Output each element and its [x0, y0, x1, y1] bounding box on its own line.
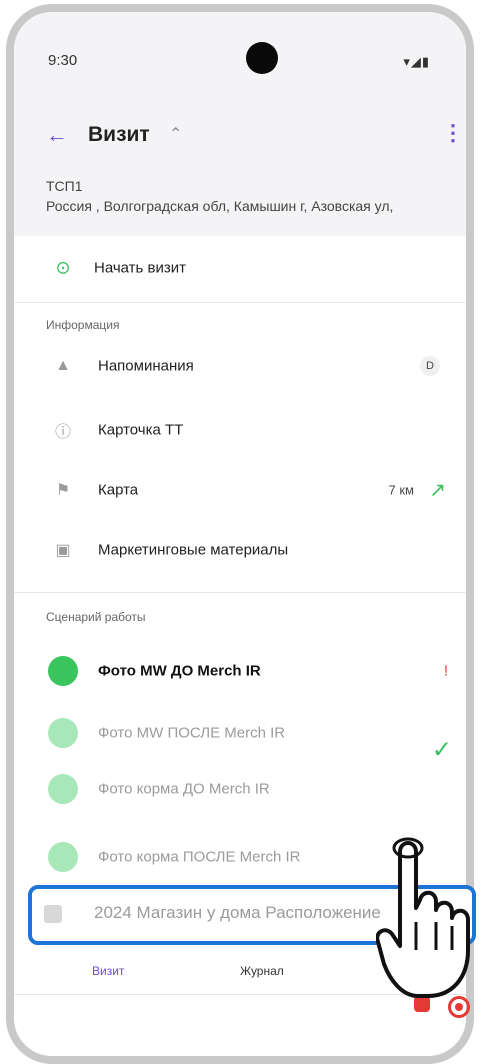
scenario-item[interactable]: Фото MW ПОСЛЕ Merch IR ✓	[14, 704, 466, 764]
reminders-label: Напоминания	[98, 357, 194, 375]
status-dot	[48, 774, 78, 804]
item-icon	[44, 905, 62, 923]
marketing-label: Маркетинговые материалы	[98, 541, 289, 559]
divider	[14, 302, 466, 303]
hand-pointer-icon	[376, 837, 470, 998]
start-visit-button[interactable]: ⊙ Начать визит	[14, 240, 466, 296]
section-info: Информация	[46, 318, 120, 332]
scenario-item-label: Фото корма ПОСЛЕ Merch IR	[98, 848, 301, 866]
menu-item-card[interactable]: ⓘ Карточка ТТ	[14, 402, 466, 458]
app-bar: ← Визит ⌃ ⋮	[14, 108, 466, 166]
store-name: ТСП1	[46, 178, 83, 194]
chevron-up-icon[interactable]: ⌃	[169, 124, 182, 144]
arrow-up-right-icon[interactable]: ↗	[429, 478, 446, 503]
page-title: Визит	[88, 123, 150, 146]
tab-journal[interactable]: Журнал	[240, 964, 284, 978]
divider	[14, 592, 466, 593]
status-dot	[48, 718, 78, 748]
menu-item-marketing[interactable]: ▣ Маркетинговые материалы	[14, 522, 466, 578]
map-distance: 7 км	[388, 482, 414, 498]
arrow-left-icon[interactable]: ←	[46, 122, 68, 148]
reminders-badge: D	[420, 356, 440, 376]
map-label: Карта	[98, 481, 139, 499]
scenario-item-label: Фото MW ДО Merch IR	[98, 662, 261, 680]
highlight-label: 2024 Магазин у дома Расположение	[94, 903, 381, 922]
required-mark: !	[443, 662, 448, 680]
status-dot	[48, 656, 78, 686]
status-dot	[48, 842, 78, 872]
menu-item-map[interactable]: ⚑ Карта 7 км ↗	[14, 462, 466, 518]
section-scenario: Сценарий работы	[46, 610, 146, 624]
info-icon: ⓘ	[54, 424, 71, 441]
bell-icon: ▲	[55, 357, 71, 374]
start-visit-label: Начать визит	[94, 259, 186, 277]
scenario-item-label: Фото корма ДО Merch IR	[98, 780, 270, 798]
more-vert-icon[interactable]: ⋮	[442, 120, 464, 146]
play-circle-icon: ⊙	[55, 257, 71, 278]
scenario-item[interactable]: Фото корма ДО Merch IR	[14, 760, 466, 818]
visit-header: ТСП1 Россия , Волгоградская обл, Камышин…	[14, 166, 466, 236]
materials-icon: ▣	[55, 542, 71, 559]
card-label: Карточка ТТ	[98, 421, 184, 439]
store-address: Россия , Волгоградская обл, Камышин г, А…	[46, 198, 394, 214]
status-bar: 9:30 ▾◢▮	[14, 12, 466, 108]
scenario-item-label: Фото MW ПОСЛЕ Merch IR	[98, 724, 286, 742]
front-camera	[246, 42, 278, 74]
scenario-item[interactable]: Фото MW ДО Merch IR !	[14, 642, 466, 700]
tab-visit[interactable]: Визит	[92, 964, 124, 978]
status-time: 9:30	[48, 52, 78, 69]
signal-battery-icon: ▾◢▮	[403, 54, 430, 69]
flag-icon: ⚑	[55, 482, 71, 499]
menu-item-reminders[interactable]: ▲ Напоминания D	[14, 338, 466, 394]
